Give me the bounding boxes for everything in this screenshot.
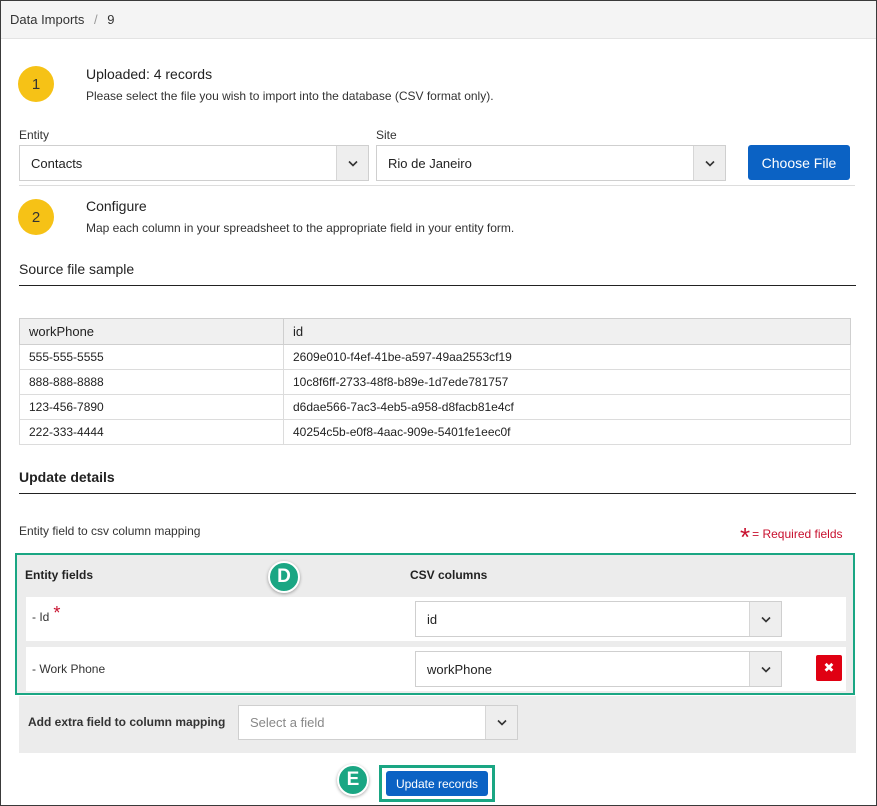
table-cell: d6dae566-7ac3-4eb5-a958-d8facb81e4cf [283, 394, 851, 420]
update-details-title: Update details [19, 469, 115, 485]
close-icon: ✖ [823, 660, 835, 675]
chevron-down-icon [749, 602, 781, 636]
site-select[interactable]: Rio de Janeiro [376, 145, 726, 181]
table-row: 123-456-7890 d6dae566-7ac3-4eb5-a958-d8f… [19, 394, 851, 420]
chevron-down-icon [485, 706, 517, 739]
chevron-down-icon [693, 146, 725, 180]
breadcrumb: Data Imports / 9 [1, 1, 876, 39]
mapping-panel: Entity fields CSV columns - Id * id - Wo… [15, 553, 855, 695]
site-label: Site [376, 128, 397, 142]
choose-file-button[interactable]: Choose File [748, 145, 850, 180]
step-2-badge: 2 [18, 199, 54, 235]
step-1-badge: 1 [18, 66, 54, 102]
breadcrumb-current: 9 [107, 12, 115, 27]
app-frame: Data Imports / 9 1 Uploaded: 4 records P… [0, 0, 877, 806]
table-header-row: workPhone id [19, 318, 851, 345]
mapping-label: Entity field to csv column mapping [19, 524, 201, 538]
table-cell: 888-888-8888 [19, 369, 284, 395]
annotation-marker-e: E [337, 764, 369, 796]
source-sample-title: Source file sample [19, 261, 135, 277]
table-row: 888-888-8888 10c8f6ff-2733-48f8-b89e-1d7… [19, 369, 851, 395]
csv-column-value: id [427, 611, 438, 627]
extra-field-placeholder: Select a field [250, 715, 325, 730]
step-2-description: Map each column in your spreadsheet to t… [86, 221, 515, 235]
extra-field-select[interactable]: Select a field [238, 705, 518, 740]
table-cell: 555-555-5555 [19, 344, 284, 370]
update-button-highlight: Update records [379, 765, 495, 802]
required-asterisk-icon: * [740, 522, 751, 552]
table-row: 222-333-4444 40254c5b-e0f8-4aac-909e-540… [19, 419, 851, 445]
annotation-marker-d: D [268, 561, 300, 593]
site-select-value: Rio de Janeiro [388, 155, 472, 171]
mapping-field-name: - Work Phone [32, 662, 106, 676]
remove-mapping-button[interactable]: ✖ [816, 655, 842, 681]
extra-field-label: Add extra field to column mapping [28, 715, 226, 729]
csv-column-select[interactable]: workPhone [415, 651, 782, 687]
required-fields-note: * = Required fields [740, 521, 843, 552]
breadcrumb-separator: / [94, 12, 98, 27]
mapping-row: - Id * id [26, 597, 846, 641]
entity-select[interactable]: Contacts [19, 145, 369, 181]
csv-column-select[interactable]: id [415, 601, 782, 637]
step-1-title: Uploaded: 4 records [86, 66, 213, 82]
chevron-down-icon [336, 146, 368, 180]
required-fields-text: = Required fields [752, 527, 843, 541]
column-header: id [283, 318, 851, 345]
entity-select-value: Contacts [31, 155, 83, 171]
table-cell: 40254c5b-e0f8-4aac-909e-5401fe1eec0f [283, 419, 851, 445]
csv-columns-header: CSV columns [410, 568, 488, 582]
source-sample-table: workPhone id 555-555-5555 2609e010-f4ef-… [19, 318, 851, 445]
required-asterisk-icon: * [53, 603, 61, 623]
update-records-button[interactable]: Update records [386, 771, 488, 796]
breadcrumb-root[interactable]: Data Imports [10, 12, 84, 27]
entity-fields-header: Entity fields [25, 568, 94, 582]
table-cell: 10c8f6ff-2733-48f8-b89e-1d7ede781757 [283, 369, 851, 395]
table-cell: 123-456-7890 [19, 394, 284, 420]
mapping-field-name: - Id [32, 609, 50, 624]
step-1-description: Please select the file you wish to impor… [86, 89, 494, 103]
table-cell: 222-333-4444 [19, 419, 284, 445]
table-cell: 2609e010-f4ef-41be-a597-49aa2553cf19 [283, 344, 851, 370]
table-row: 555-555-5555 2609e010-f4ef-41be-a597-49a… [19, 344, 851, 370]
step-2-title: Configure [86, 198, 147, 214]
mapping-field-label: - Id * [32, 603, 60, 624]
chevron-down-icon [749, 652, 781, 686]
section-divider [19, 493, 856, 494]
column-header: workPhone [19, 318, 284, 345]
section-divider [19, 285, 856, 286]
entity-label: Entity [19, 128, 50, 142]
csv-column-value: workPhone [427, 661, 493, 677]
divider [19, 185, 855, 186]
extra-field-panel: Add extra field to column mapping Select… [19, 696, 856, 753]
mapping-row: - Work Phone workPhone ✖ [26, 647, 846, 691]
